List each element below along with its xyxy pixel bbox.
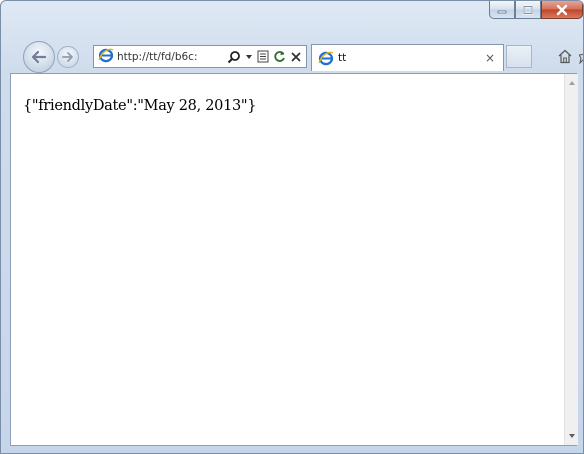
minimize-button[interactable] xyxy=(489,1,515,19)
tab-close-button[interactable]: × xyxy=(485,51,495,65)
stop-icon[interactable] xyxy=(290,51,302,63)
tab-active[interactable]: tt × xyxy=(311,44,504,71)
forward-arrow-icon xyxy=(62,52,73,62)
maximize-icon xyxy=(523,5,533,14)
page-content xyxy=(10,73,577,446)
new-tab-button[interactable] xyxy=(506,45,532,68)
favorites-star-icon[interactable] xyxy=(578,49,583,68)
maximize-button[interactable] xyxy=(515,1,541,19)
back-button[interactable] xyxy=(23,41,55,73)
ie-tab-icon xyxy=(318,50,334,66)
close-icon xyxy=(556,4,568,15)
forward-button[interactable] xyxy=(57,46,79,68)
caption-buttons xyxy=(489,1,583,23)
vertical-scrollbar[interactable] xyxy=(564,74,578,445)
home-icon[interactable] xyxy=(557,49,573,68)
scroll-down-arrow-icon[interactable] xyxy=(567,431,577,441)
json-response-text: {"friendlyDate":"May 28, 2013"} xyxy=(23,98,257,114)
search-icon[interactable] xyxy=(227,50,241,64)
minimize-icon xyxy=(497,10,507,13)
back-arrow-icon xyxy=(31,50,47,64)
ie-page-icon xyxy=(98,47,114,67)
compatibility-view-icon[interactable] xyxy=(257,50,269,63)
search-dropdown-icon[interactable] xyxy=(245,54,253,60)
tab-title: tt xyxy=(338,52,347,64)
address-bar[interactable] xyxy=(93,45,307,68)
url-input[interactable] xyxy=(114,50,225,63)
refresh-icon[interactable] xyxy=(273,50,286,63)
navigation-bar: tt × xyxy=(1,39,583,73)
close-window-button[interactable] xyxy=(541,1,583,19)
scroll-up-arrow-icon[interactable] xyxy=(567,78,577,88)
browser-window: tt × {"friendlyDate":"May 28, 2013"} xyxy=(0,0,584,454)
